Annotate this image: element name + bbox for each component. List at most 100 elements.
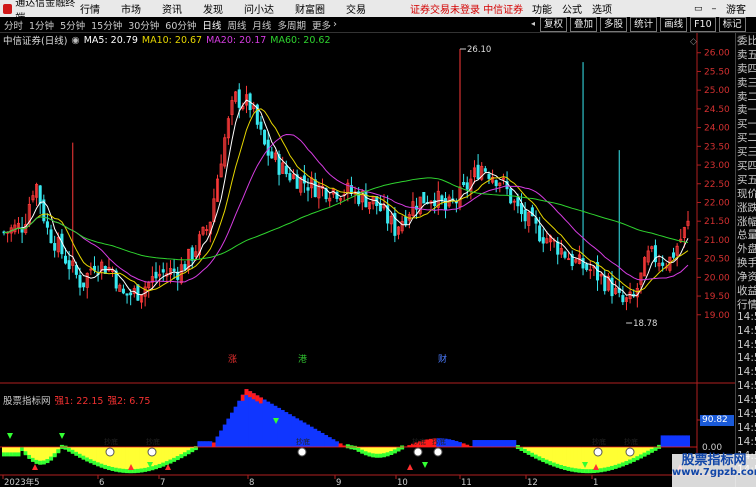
candle-body [516, 197, 520, 207]
indicator-bar-up [287, 414, 292, 447]
indicator-bar-edge [175, 456, 180, 461]
indicator-bar-down [577, 447, 582, 472]
quote-label-18: 收益 [737, 285, 756, 297]
buy-signal-label: 抄底 [624, 437, 638, 446]
indicator-bar-edge [41, 460, 46, 465]
date-label: 12 [527, 478, 538, 487]
indicator-bar-edge [9, 452, 14, 457]
kline-chart[interactable]: 26.00 25.50 25.00 24.50 24.00 23.50 23.00 22.50… [0, 0, 735, 487]
quote-label-14: 总量 [737, 229, 756, 242]
indicator-bar-edge [157, 463, 162, 468]
quote-label-17: 净资 [737, 271, 756, 284]
indicator-bar-edge [356, 447, 361, 452]
candle-body [610, 277, 614, 297]
indicator-bar-edge [30, 457, 35, 462]
indicator-bar-edge [2, 452, 6, 457]
indicator-bar-edge [646, 450, 651, 455]
indicator-bar-edge [143, 467, 148, 472]
candle-body [603, 275, 607, 292]
indicator-bar-edge [534, 454, 538, 459]
quote-label-21: 14:50 [737, 324, 756, 337]
indicator-bar-edge [67, 447, 72, 452]
indicator-bar-up [678, 435, 683, 447]
indicator-bar-up [248, 391, 253, 447]
candle-body [563, 251, 567, 258]
price-tick-label: 21.00 [704, 236, 730, 246]
indicator-bar-up [280, 409, 285, 447]
indicator-bar-up [686, 435, 690, 447]
quote-label-16: 换手 [737, 257, 756, 270]
quote-label-25: 14:50 [737, 380, 756, 393]
candle-body [483, 168, 487, 172]
candle-body [302, 175, 306, 184]
indicator-bar-edge [20, 447, 25, 452]
indicator-bar-edge [581, 469, 586, 474]
price-tick-label: 20.00 [704, 273, 730, 283]
quote-label-19: 行情 [737, 298, 756, 311]
indicator-bar-down [606, 447, 611, 470]
indicator-bar-up [472, 440, 477, 447]
indicator-bar-up [454, 440, 459, 447]
buy-signal-bubble [413, 447, 423, 457]
indicator-bar-edge [396, 447, 401, 452]
indicator-bar-up [215, 436, 220, 447]
indicator-bar-edge [573, 468, 578, 473]
indicator-bar-up [266, 401, 271, 447]
indicator-bar-edge [613, 464, 618, 469]
candle-body [284, 165, 288, 175]
indicator-bar-up [237, 400, 242, 447]
buy-signal-bubble [593, 447, 603, 457]
indicator-bar-down [562, 447, 567, 470]
indicator-bar-down [588, 447, 593, 473]
indicator-bar-edge [400, 445, 405, 450]
indicator-bar-cap [244, 389, 249, 396]
event-marker-2: 财 [438, 353, 447, 365]
candle-body [306, 187, 310, 191]
indicator-name: 股票指标网 [3, 396, 51, 407]
indicator-bar-edge [566, 466, 571, 471]
indicator-bar-edge [523, 448, 528, 453]
indicator-bar-edge [606, 466, 611, 471]
indicator-bar-down [584, 447, 589, 473]
indicator-bar-edge [135, 468, 140, 473]
buy-signal-label: 抄底 [412, 437, 426, 446]
indicator-bar-edge [179, 454, 184, 459]
indicator-bar-up [508, 440, 513, 447]
indicator-bar-edge [653, 446, 658, 451]
indicator-bar-up [244, 389, 249, 447]
indicator-bar-up [494, 440, 499, 447]
indicator-bar-edge [121, 468, 126, 473]
candle-body [672, 252, 676, 258]
indicator-bar-up [447, 439, 452, 447]
buy-signal-bubble [433, 447, 443, 457]
quote-label-28: 14:50 [737, 421, 756, 434]
candle-body [45, 221, 49, 228]
price-tick-label: 24.00 [704, 124, 730, 134]
indicator-bar-edge [154, 465, 158, 470]
indicator-bar-up [660, 435, 665, 447]
indicator-bar-edge [638, 454, 643, 459]
indicator-value-box: 90.82 [700, 415, 734, 426]
buy-signal-label: 抄底 [432, 437, 446, 446]
indicator-bar-edge [114, 467, 119, 472]
quote-label-23: 14:50 [737, 352, 756, 365]
buy-signal-label: 抄底 [104, 437, 118, 446]
candle-body [585, 263, 589, 270]
buy-signal-bubble [105, 447, 115, 457]
indicator-bar-up [251, 393, 256, 447]
indicator-bar-edge [602, 467, 607, 472]
candle-body [404, 216, 408, 225]
indicator-bar-up [486, 440, 491, 447]
indicator-bar-up [320, 432, 325, 447]
indicator-bar-edge [16, 452, 21, 457]
indicator-bar-up [476, 440, 481, 447]
candle-body [621, 295, 625, 303]
indicator-bar-down [143, 447, 148, 471]
quote-label-12: 涨跌 [737, 201, 756, 214]
candle-body [270, 151, 274, 159]
indicator-bar-up [338, 443, 343, 447]
candle-body [49, 229, 53, 244]
candle-body [67, 260, 71, 270]
indicator-bar-up [450, 440, 455, 447]
indicator-bar-up [284, 412, 289, 447]
